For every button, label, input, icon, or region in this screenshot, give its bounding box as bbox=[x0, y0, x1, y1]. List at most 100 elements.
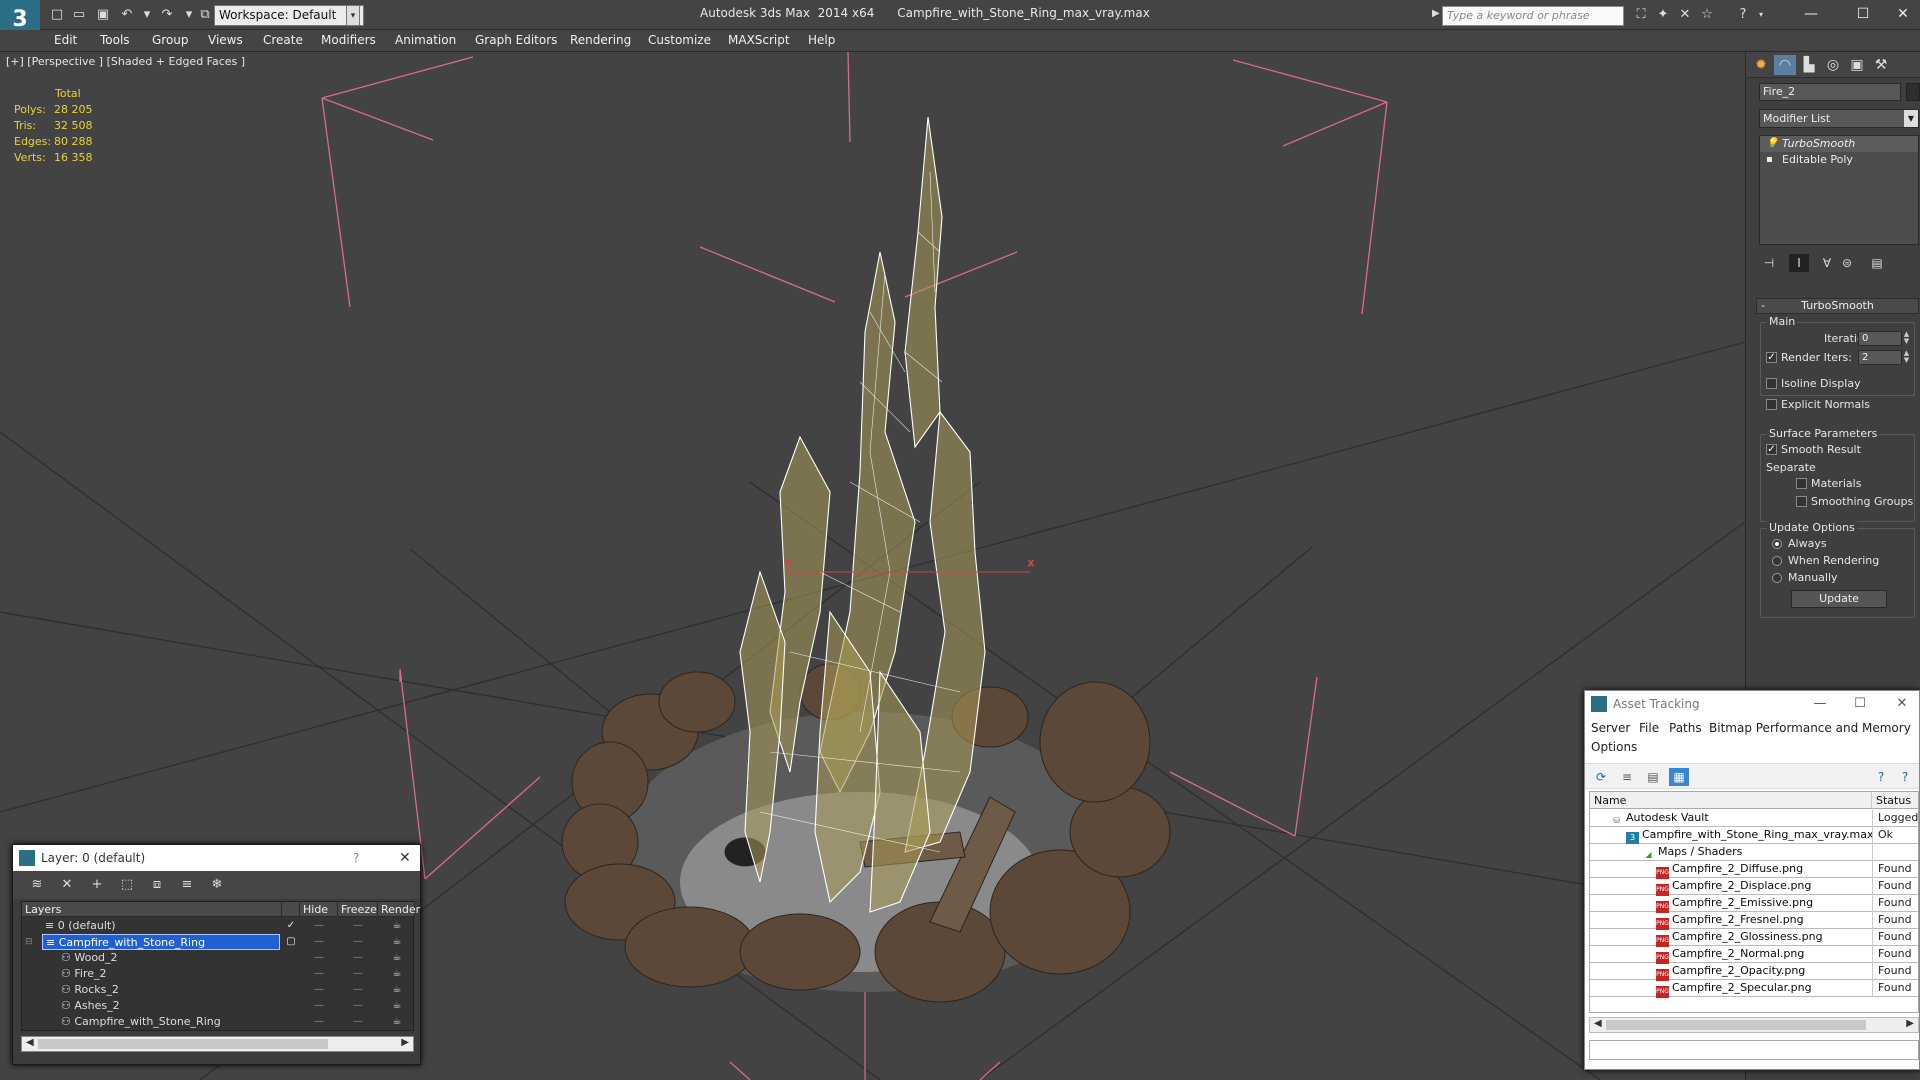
detail-view-icon[interactable]: ▤ bbox=[1643, 768, 1663, 786]
scroll-left-icon[interactable]: ◀ bbox=[1594, 1018, 1602, 1029]
explicit-normals-checkbox[interactable] bbox=[1766, 399, 1777, 410]
menu-file[interactable]: File bbox=[1639, 719, 1659, 738]
hide-toggle[interactable]: — bbox=[308, 918, 330, 934]
layer-row[interactable]: ⚇ Ashes_2 — — ☕ bbox=[22, 998, 415, 1014]
open-file-icon[interactable]: ▭ bbox=[70, 6, 88, 24]
hide-toggle[interactable]: — bbox=[308, 998, 330, 1014]
menu-maxscript[interactable]: MAXScript bbox=[728, 33, 790, 47]
close-button[interactable]: ✕ bbox=[399, 845, 411, 871]
freeze-toggle[interactable]: — bbox=[347, 982, 369, 998]
communication-center-icon[interactable]: ✕ bbox=[1676, 6, 1694, 24]
render-teapot-icon[interactable]: ☕ bbox=[386, 1014, 408, 1030]
create-tab-icon[interactable]: ✹ bbox=[1750, 55, 1772, 75]
layer-row[interactable]: ⚇ Campfire_with_Stone_Ring — — ☕ bbox=[22, 1014, 415, 1030]
menu-rendering[interactable]: Rendering bbox=[570, 33, 631, 47]
menu-customize[interactable]: Customize bbox=[648, 33, 711, 47]
column-header-status[interactable]: Status bbox=[1872, 792, 1918, 809]
hide-all-icon[interactable]: ≡ bbox=[177, 876, 197, 894]
layer-row[interactable]: ⚇ Wood_2 — — ☕ bbox=[22, 950, 415, 966]
asset-row[interactable]: PNG Campfire_2_Specular.png Found bbox=[1590, 980, 1918, 998]
stack-item-turbosmooth[interactable]: 💡 TurboSmooth bbox=[1760, 136, 1918, 152]
menu-bitmap-performance[interactable]: Bitmap Performance and Memory bbox=[1709, 719, 1911, 738]
hide-toggle[interactable]: — bbox=[308, 982, 330, 998]
add-to-layer-icon[interactable]: + bbox=[87, 876, 107, 894]
update-button[interactable]: Update bbox=[1791, 590, 1887, 608]
scroll-left-icon[interactable]: ◀ bbox=[26, 1037, 34, 1048]
manually-radio[interactable] bbox=[1772, 573, 1782, 583]
freeze-toggle[interactable]: — bbox=[347, 966, 369, 982]
help-dropdown-icon[interactable]: ▾ bbox=[1752, 6, 1770, 24]
menu-help[interactable]: Help bbox=[808, 33, 835, 47]
hierarchy-tab-icon[interactable]: ▙ bbox=[1798, 55, 1820, 75]
redo-icon[interactable]: ↷ bbox=[158, 6, 176, 24]
highlight-layer-icon[interactable]: ⧈ bbox=[147, 876, 167, 894]
render-teapot-icon[interactable]: ☕ bbox=[386, 934, 408, 950]
render-teapot-icon[interactable]: ☕ bbox=[386, 982, 408, 998]
lightbulb-icon[interactable]: 💡 bbox=[1766, 136, 1778, 152]
hide-toggle[interactable]: — bbox=[308, 1014, 330, 1030]
hide-toggle[interactable]: — bbox=[308, 966, 330, 982]
layer-dialog-titlebar[interactable]: Layer: 0 (default) ? ✕ bbox=[13, 845, 420, 871]
hide-toggle[interactable]: — bbox=[308, 950, 330, 966]
search-input[interactable]: Type a keyword or phrase bbox=[1442, 6, 1624, 26]
freeze-toggle[interactable]: — bbox=[347, 998, 369, 1014]
pin-stack-icon[interactable]: ⊣ bbox=[1759, 254, 1779, 272]
minimize-button[interactable]: — bbox=[1788, 2, 1834, 26]
menu-create[interactable]: Create bbox=[263, 33, 303, 47]
hide-toggle[interactable]: — bbox=[308, 934, 330, 950]
select-in-layer-icon[interactable]: ⬚ bbox=[117, 876, 137, 894]
motion-tab-icon[interactable]: ◎ bbox=[1822, 55, 1844, 75]
current-layer-check-icon[interactable]: ✓ bbox=[280, 918, 302, 934]
asset-row[interactable]: PNG Campfire_2_Diffuse.png Found bbox=[1590, 861, 1918, 879]
object-color-swatch[interactable] bbox=[1906, 83, 1920, 101]
create-layer-icon[interactable]: ≋ bbox=[27, 876, 47, 894]
column-header-layers[interactable]: Layers bbox=[22, 902, 282, 917]
freeze-toggle[interactable]: — bbox=[347, 1014, 369, 1030]
layer-horizontal-scrollbar[interactable]: ◀ ▶ bbox=[21, 1036, 414, 1052]
menu-options[interactable]: Options bbox=[1591, 738, 1637, 757]
menu-animation[interactable]: Animation bbox=[395, 33, 456, 47]
workspace-dropdown[interactable]: Workspace: Default ▾ bbox=[214, 5, 364, 26]
search-expand-icon[interactable]: ▶ bbox=[1432, 8, 1440, 19]
binoculars-icon[interactable]: ⛶ bbox=[1632, 6, 1650, 24]
asset-row[interactable]: ⛁ Autodesk Vault Logged Out bbox=[1590, 810, 1918, 827]
isoline-display-checkbox[interactable] bbox=[1766, 378, 1777, 389]
maximize-button[interactable]: ☐ bbox=[1840, 2, 1886, 26]
configure-sets-icon[interactable]: ▤ bbox=[1867, 254, 1887, 272]
make-unique-icon[interactable]: ∀ bbox=[1817, 254, 1837, 272]
menu-tools[interactable]: Tools bbox=[100, 33, 130, 47]
collapse-icon[interactable]: ⊟ bbox=[25, 934, 33, 950]
object-name-field[interactable]: Fire_2 bbox=[1759, 83, 1901, 101]
help-icon[interactable]: ? bbox=[1734, 6, 1752, 24]
smooth-result-checkbox[interactable]: ✓ bbox=[1766, 444, 1777, 455]
utilities-tab-icon[interactable]: ⚒ bbox=[1870, 55, 1892, 75]
render-teapot-icon[interactable]: ☕ bbox=[386, 966, 408, 982]
menu-views[interactable]: Views bbox=[208, 33, 243, 47]
render-teapot-icon[interactable]: ☕ bbox=[386, 998, 408, 1014]
asset-row[interactable]: PNG Campfire_2_Glossiness.png Found bbox=[1590, 929, 1918, 947]
freeze-toggle[interactable]: — bbox=[347, 934, 369, 950]
current-layer-box-icon[interactable]: ▢ bbox=[280, 934, 302, 950]
menu-group[interactable]: Group bbox=[152, 33, 189, 47]
scroll-right-icon[interactable]: ▶ bbox=[401, 1037, 409, 1048]
layer-row[interactable]: ⚇ Rocks_2 — — ☕ bbox=[22, 982, 415, 998]
asset-row[interactable]: ◢ Maps / Shaders bbox=[1590, 844, 1918, 861]
menu-paths[interactable]: Paths bbox=[1669, 719, 1702, 738]
expand-plus-icon[interactable]: ▪ bbox=[1766, 152, 1773, 168]
favorites-star-icon[interactable]: ☆ bbox=[1698, 6, 1716, 24]
close-button[interactable]: ✕ bbox=[1887, 691, 1917, 717]
save-icon[interactable]: ▣ bbox=[94, 6, 112, 24]
new-file-icon[interactable]: □ bbox=[48, 6, 66, 24]
undo-icon[interactable]: ↶ bbox=[118, 6, 136, 24]
modifier-list-dropdown[interactable]: Modifier List ▼ bbox=[1759, 109, 1919, 128]
column-header-render[interactable]: Render bbox=[378, 902, 420, 917]
close-button[interactable]: ✕ bbox=[1886, 2, 1920, 26]
modify-tab-icon[interactable]: ◠ bbox=[1774, 55, 1796, 75]
scroll-right-icon[interactable]: ▶ bbox=[1906, 1018, 1914, 1029]
stack-item-editable-poly[interactable]: ▪ Editable Poly bbox=[1760, 152, 1918, 168]
menu-server[interactable]: Server bbox=[1591, 719, 1630, 738]
layer-row[interactable]: ≡ 0 (default) ✓ — — ☕ bbox=[22, 918, 415, 934]
render-teapot-icon[interactable]: ☕ bbox=[386, 950, 408, 966]
minimize-button[interactable]: — bbox=[1805, 691, 1835, 717]
freeze-all-icon[interactable]: ❄ bbox=[207, 876, 227, 894]
